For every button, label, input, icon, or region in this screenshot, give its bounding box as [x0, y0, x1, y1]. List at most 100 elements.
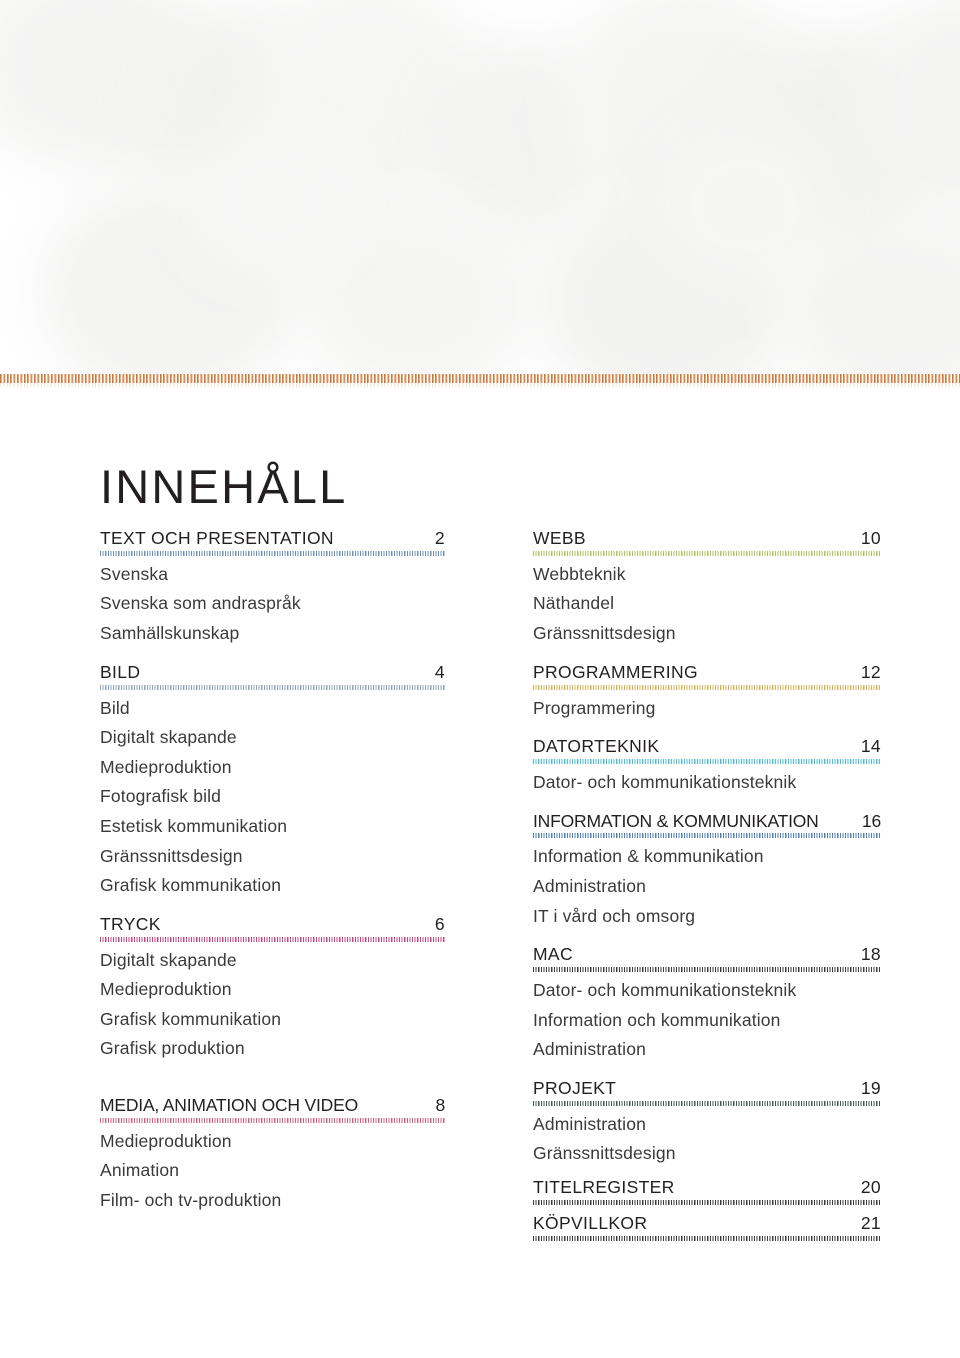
toc-subject-list: Dator- och kommunikationsteknik	[533, 768, 881, 798]
toc-subject-list: Digitalt skapande Medieproduktion Grafisk …	[100, 946, 445, 1064]
list-item[interactable]: Film- och tv-produktion	[100, 1186, 445, 1216]
list-item[interactable]: Estetisk kommunikation	[100, 812, 445, 842]
list-item[interactable]: Grafisk kommunikation	[100, 1005, 445, 1035]
toc-section-title: TEXT OCH PRESENTATION	[100, 528, 334, 548]
list-item[interactable]: IT i vård och omsorg	[533, 902, 881, 932]
toc-section-title: MAC	[533, 944, 573, 965]
toc-section-header[interactable]: KÖPVILLKOR 21	[533, 1213, 881, 1235]
toc-section: INFORMATION & KOMMUNIKATION 16 Information…	[533, 811, 881, 932]
watermark-blob	[300, 200, 530, 378]
toc-section-rule	[100, 1117, 445, 1123]
toc-section-rule	[533, 1235, 881, 1241]
list-item[interactable]: Medieproduktion	[100, 975, 445, 1005]
toc-section-header[interactable]: TITELREGISTER 20	[533, 1177, 881, 1199]
watermark-blob	[420, 40, 610, 240]
toc-section-page-number: 4	[434, 661, 445, 682]
toc-section-page-number: 21	[860, 1212, 881, 1233]
toc-subject-list: Information & kommunikation Administratio…	[533, 842, 881, 931]
watermark-blob	[650, 120, 840, 290]
watermark-blob	[180, 120, 360, 280]
toc-section-header[interactable]: BILD 4	[100, 662, 445, 684]
list-item[interactable]: Fotografisk bild	[100, 782, 445, 812]
list-item[interactable]: Samhällskunskap	[100, 619, 445, 649]
toc-section-rule	[533, 967, 881, 973]
toc-section-header[interactable]: INFORMATION & KOMMUNIKATION 16	[533, 811, 881, 833]
toc-section-title: WEBB	[533, 528, 586, 548]
watermark-blob	[780, 210, 960, 378]
toc-section-rule	[100, 936, 445, 942]
toc-section-page-number: 18	[860, 944, 881, 965]
watermark-blob	[40, 180, 300, 378]
toc-subject-list: Bild Digitalt skapande Medieproduktion Foto…	[100, 694, 445, 901]
list-item[interactable]: Information & kommunikation	[533, 842, 881, 872]
toc-section-title: TITELREGISTER	[533, 1176, 675, 1197]
toc-subject-list: Administration Gränssnittsdesign	[533, 1110, 881, 1169]
toc-subject-list: Medieproduktion Animation Film- och tv-pro…	[100, 1127, 445, 1216]
toc-section-header[interactable]: TEXT OCH PRESENTATION 2	[100, 528, 445, 550]
toc-section-rule	[533, 833, 881, 839]
list-item[interactable]: Medieproduktion	[100, 1127, 445, 1157]
watermark-blob	[540, 190, 790, 378]
toc-section-page-number: 16	[861, 810, 881, 831]
toc-section-rule	[533, 1199, 881, 1205]
toc-column-right: WEBB 10 Webbteknik Näthandel Gränssnittsdesi…	[533, 528, 881, 1258]
toc-section-header[interactable]: PROGRAMMERING 12	[533, 662, 881, 684]
toc-section-rule	[100, 550, 445, 556]
list-item[interactable]: Dator- och kommunikationsteknik	[533, 976, 881, 1006]
list-item[interactable]: Webbteknik	[533, 560, 881, 590]
watermark-blob	[250, 0, 480, 210]
list-item[interactable]: Gränssnittsdesign	[533, 619, 881, 649]
watermark-blob	[130, 10, 330, 200]
list-item[interactable]: Grafisk kommunikation	[100, 871, 445, 901]
toc-section-title: PROJEKT	[533, 1077, 617, 1098]
list-item[interactable]: Digitalt skapande	[100, 946, 445, 976]
toc-section-title: MEDIA, ANIMATION OCH VIDEO	[100, 1094, 358, 1115]
list-item[interactable]: Grafisk produktion	[100, 1034, 445, 1064]
toc-section-title: INFORMATION & KOMMUNIKATION	[533, 810, 819, 831]
toc-section-title: TRYCK	[100, 913, 161, 934]
toc-section-page-number: 6	[434, 913, 445, 934]
list-item[interactable]: Programmering	[533, 694, 881, 724]
toc-section: DATORTEKNIK 14 Dator- och kommunikationste…	[533, 736, 881, 797]
list-item[interactable]: Administration	[533, 1110, 881, 1140]
toc-section: TITELREGISTER 20	[533, 1177, 881, 1205]
toc-section-rule	[533, 550, 881, 556]
toc-section-header[interactable]: DATORTEKNIK 14	[533, 736, 881, 758]
toc-section-header[interactable]: MAC 18	[533, 944, 881, 966]
toc-section: TRYCK 6 Digitalt skapande Medieproduktion Gr…	[100, 914, 445, 1064]
page-title: INNEHÅLL	[100, 460, 348, 514]
toc-section: MAC 18 Dator- och kommunikationsteknik Info…	[533, 944, 881, 1065]
toc-subject-list: Webbteknik Näthandel Gränssnittsdesign	[533, 560, 881, 649]
list-item[interactable]: Administration	[533, 1035, 881, 1065]
list-item[interactable]: Gränssnittsdesign	[100, 842, 445, 872]
list-item[interactable]: Gränssnittsdesign	[533, 1139, 881, 1169]
toc-section: PROGRAMMERING 12 Programmering	[533, 662, 881, 723]
list-item[interactable]: Administration	[533, 872, 881, 902]
list-item[interactable]: Bild	[100, 694, 445, 724]
toc-section: WEBB 10 Webbteknik Näthandel Gränssnittsdesi…	[533, 528, 881, 649]
watermark-blob	[560, 0, 810, 230]
toc-section-rule	[533, 684, 881, 690]
toc-section-header[interactable]: MEDIA, ANIMATION OCH VIDEO 8	[100, 1095, 445, 1117]
list-item[interactable]: Näthandel	[533, 589, 881, 619]
list-item[interactable]: Dator- och kommunikationsteknik	[533, 768, 881, 798]
toc-section-header[interactable]: WEBB 10	[533, 528, 881, 550]
toc-section-title: DATORTEKNIK	[533, 736, 660, 757]
toc-section-title: KÖPVILLKOR	[533, 1212, 648, 1233]
toc-section-page-number: 19	[860, 1077, 881, 1098]
toc-section-page-number: 2	[434, 528, 445, 548]
toc-subject-list: Dator- och kommunikationsteknik Informati…	[533, 976, 881, 1065]
list-item[interactable]: Information och kommunikation	[533, 1006, 881, 1036]
list-item[interactable]: Medieproduktion	[100, 753, 445, 783]
list-item[interactable]: Svenska som andraspråk	[100, 589, 445, 619]
toc-section-page-number: 8	[435, 1094, 445, 1115]
toc-section-header[interactable]: TRYCK 6	[100, 914, 445, 936]
list-item[interactable]: Animation	[100, 1156, 445, 1186]
background-watermark	[0, 0, 960, 378]
toc-section-header[interactable]: PROJEKT 19	[533, 1078, 881, 1100]
toc-section-page-number: 12	[860, 661, 881, 682]
toc-section-rule	[533, 759, 881, 764]
watermark-blob	[730, 30, 940, 250]
list-item[interactable]: Svenska	[100, 560, 445, 590]
list-item[interactable]: Digitalt skapande	[100, 723, 445, 753]
